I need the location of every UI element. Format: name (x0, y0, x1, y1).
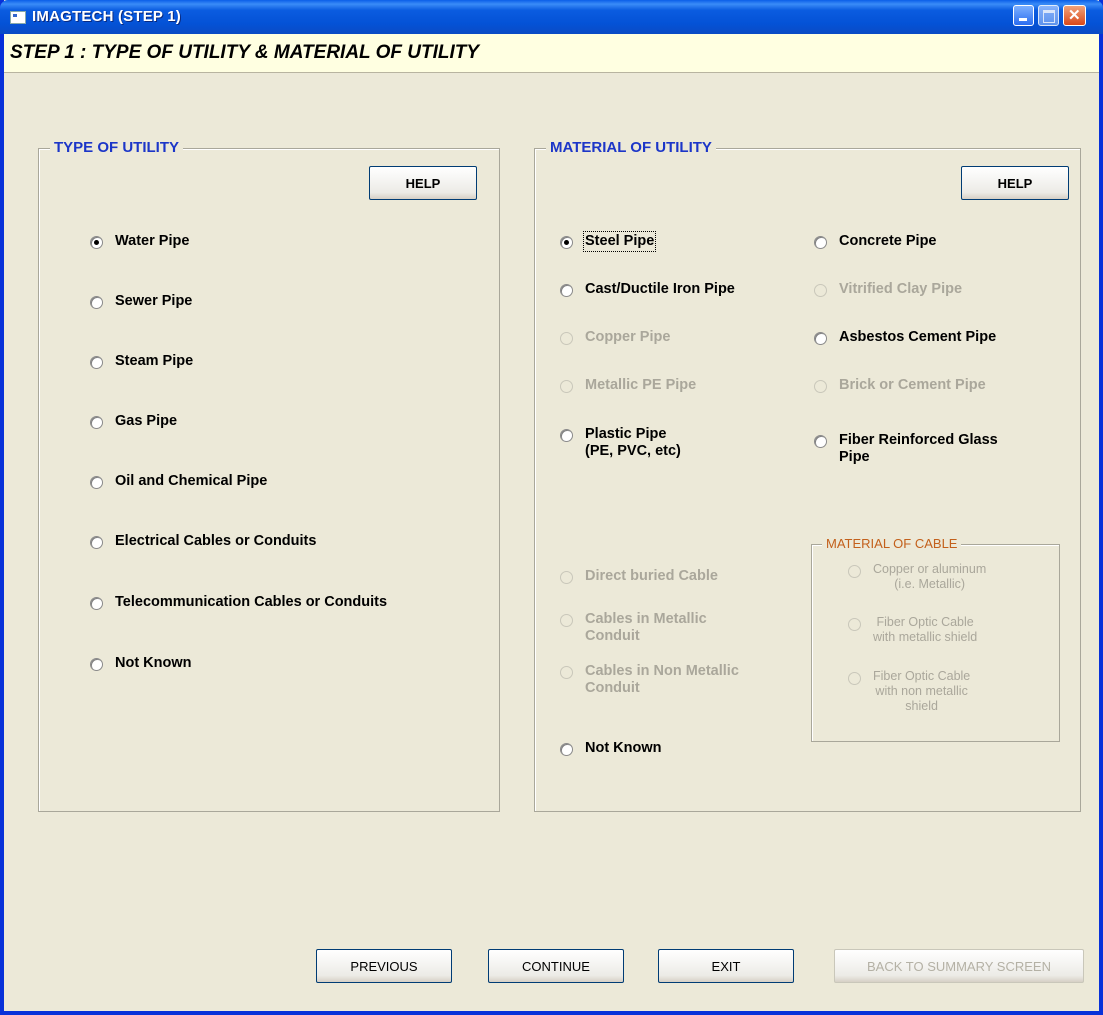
step-header: STEP 1 : TYPE OF UTILITY & MATERIAL OF U… (10, 42, 480, 63)
radio-button[interactable] (560, 429, 573, 442)
material-left-option-0[interactable]: Steel Pipe (560, 231, 657, 252)
type-option-5[interactable]: Electrical Cables or Conduits (90, 533, 316, 550)
radio-button[interactable] (90, 536, 103, 549)
radio-label: Steam Pipe (115, 353, 194, 369)
type-option-4[interactable]: Oil and Chemical Pipe (90, 473, 267, 490)
radio-button[interactable] (90, 356, 103, 369)
radio-label: Cables in Non Metallic Conduit (585, 663, 739, 696)
step-header-bar: STEP 1 : TYPE OF UTILITY & MATERIAL OF U… (4, 34, 1099, 73)
material-right-option-4[interactable]: Fiber Reinforced Glass Pipe (814, 432, 998, 466)
radio-button[interactable] (90, 476, 103, 489)
exit-button[interactable]: EXIT (658, 949, 794, 983)
material-help-button[interactable]: HELP (961, 166, 1069, 200)
material-right-option-2[interactable]: Asbestos Cement Pipe (814, 329, 996, 346)
radio-label: Vitrified Clay Pipe (839, 281, 963, 297)
material-left-option-2[interactable]: Copper Pipe (560, 329, 670, 346)
radio-label: Gas Pipe (115, 413, 178, 429)
radio-button[interactable] (90, 236, 103, 249)
cable-option-0[interactable]: Copper or aluminum (i.e. Metallic) (848, 562, 986, 592)
radio-label: Plastic Pipe (PE, PVC, etc) (585, 426, 681, 459)
title-bar[interactable]: IMAGTECH (STEP 1) (0, 0, 1103, 34)
material-left-option-3[interactable]: Metallic PE Pipe (560, 377, 696, 394)
radio-label: Not Known (585, 740, 662, 756)
material-right-option-3[interactable]: Brick or Cement Pipe (814, 377, 986, 394)
material-right-option-1[interactable]: Vitrified Clay Pipe (814, 281, 962, 298)
type-option-3[interactable]: Gas Pipe (90, 413, 177, 430)
window-title: IMAGTECH (STEP 1) (32, 8, 181, 25)
radio-button[interactable] (814, 284, 827, 297)
radio-label: Cables in Metallic Conduit (585, 611, 707, 644)
radio-label: Sewer Pipe (115, 293, 193, 309)
back-to-summary-button[interactable]: BACK TO SUMMARY SCREEN (834, 949, 1084, 983)
type-option-2[interactable]: Steam Pipe (90, 353, 193, 370)
cable-option-2[interactable]: Fiber Optic Cable with non metallic shie… (848, 669, 970, 714)
material-left-option-1[interactable]: Cast/Ductile Iron Pipe (560, 281, 735, 298)
radio-label: Not Known (115, 655, 192, 671)
cable-option-1[interactable]: Fiber Optic Cable with metallic shield (848, 615, 977, 645)
radio-button[interactable] (848, 672, 861, 685)
type-option-0[interactable]: Water Pipe (90, 233, 189, 250)
material-left-option-8[interactable]: Not Known (560, 740, 662, 757)
radio-button[interactable] (560, 743, 573, 756)
radio-button[interactable] (560, 380, 573, 393)
radio-label: Fiber Reinforced Glass Pipe (839, 432, 998, 465)
material-of-utility-legend: MATERIAL OF UTILITY (546, 139, 716, 156)
radio-button[interactable] (90, 597, 103, 610)
radio-button[interactable] (814, 332, 827, 345)
radio-label: Brick or Cement Pipe (839, 377, 986, 393)
app-icon (10, 11, 26, 24)
material-left-option-4[interactable]: Plastic Pipe (PE, PVC, etc) (560, 426, 681, 460)
close-button[interactable] (1063, 5, 1086, 26)
radio-label: Copper or aluminum (i.e. Metallic) (873, 562, 987, 591)
type-option-7[interactable]: Not Known (90, 655, 192, 672)
radio-button[interactable] (560, 332, 573, 345)
radio-label: Electrical Cables or Conduits (115, 533, 317, 549)
minimize-button[interactable] (1013, 5, 1034, 26)
material-right-option-0[interactable]: Concrete Pipe (814, 233, 937, 250)
type-option-6[interactable]: Telecommunication Cables or Conduits (90, 594, 387, 611)
material-of-cable-legend: MATERIAL OF CABLE (822, 536, 962, 551)
radio-label: Steel Pipe (582, 231, 657, 252)
radio-button[interactable] (560, 284, 573, 297)
radio-button[interactable] (560, 571, 573, 584)
material-left-option-6[interactable]: Cables in Metallic Conduit (560, 611, 707, 645)
radio-label: Water Pipe (115, 233, 190, 249)
radio-button[interactable] (814, 236, 827, 249)
radio-label: Oil and Chemical Pipe (115, 473, 268, 489)
radio-label: Cast/Ductile Iron Pipe (585, 281, 735, 297)
radio-button[interactable] (560, 236, 573, 249)
type-of-utility-legend: TYPE OF UTILITY (50, 139, 184, 156)
radio-label: Telecommunication Cables or Conduits (115, 594, 388, 610)
maximize-button[interactable] (1038, 5, 1059, 26)
radio-button[interactable] (90, 296, 103, 309)
material-left-option-7[interactable]: Cables in Non Metallic Conduit (560, 663, 739, 697)
radio-button[interactable] (848, 618, 861, 631)
radio-label: Direct buried Cable (585, 568, 718, 584)
app-window: IMAGTECH (STEP 1) STEP 1 : TYPE OF UTILI… (0, 0, 1103, 1015)
radio-button[interactable] (90, 658, 103, 671)
radio-button[interactable] (814, 380, 827, 393)
radio-button[interactable] (560, 614, 573, 627)
previous-button[interactable]: PREVIOUS (316, 949, 452, 983)
radio-button[interactable] (90, 416, 103, 429)
radio-label: Fiber Optic Cable with metallic shield (873, 615, 978, 644)
radio-label: Fiber Optic Cable with non metallic shie… (873, 669, 971, 713)
continue-button[interactable]: CONTINUE (488, 949, 624, 983)
radio-button[interactable] (814, 435, 827, 448)
material-left-option-5[interactable]: Direct buried Cable (560, 568, 718, 585)
radio-button[interactable] (560, 666, 573, 679)
radio-label: Concrete Pipe (839, 233, 937, 249)
type-option-1[interactable]: Sewer Pipe (90, 293, 192, 310)
radio-button[interactable] (848, 565, 861, 578)
radio-label: Asbestos Cement Pipe (839, 329, 997, 345)
type-help-button[interactable]: HELP (369, 166, 477, 200)
radio-label: Copper Pipe (585, 329, 671, 345)
radio-label: Metallic PE Pipe (585, 377, 697, 393)
